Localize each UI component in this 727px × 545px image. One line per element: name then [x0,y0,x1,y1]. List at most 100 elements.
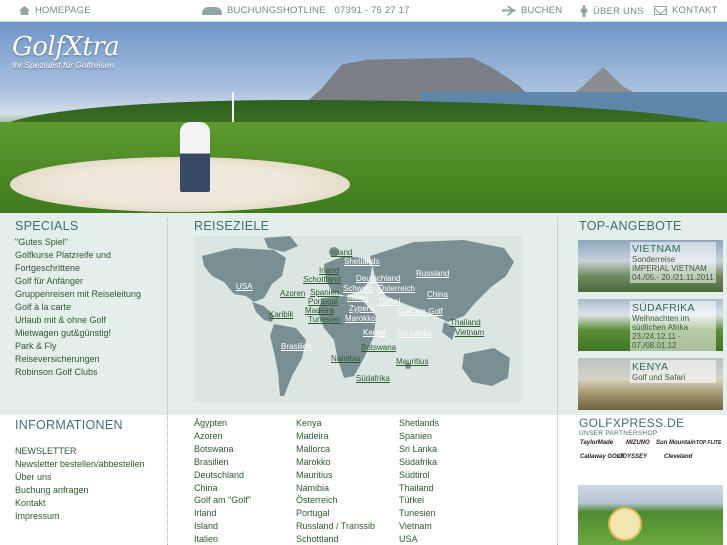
nav-homepage-link[interactable]: HOMEPAGE [19,5,91,16]
destination-link[interactable]: Russland / Transsib [296,520,375,533]
map-label-island[interactable]: Island [331,248,352,257]
map-label-marokko[interactable]: Marokko [345,314,376,323]
destination-link[interactable]: Ägypten [194,417,251,430]
hotline-number: 07391 - 75 27 17 [334,5,410,16]
map-label-sri-lanka[interactable]: Sri Lanka [398,329,432,338]
specials-item[interactable]: Robinson Golf Clubs [15,366,141,379]
offer-vietnam[interactable]: VIETNAM Sonderreise IMPERIAL VIETNAM 04.… [578,240,723,292]
info-item[interactable]: Impressum [15,510,145,523]
map-label-suedafrika[interactable]: Südafrika [356,374,390,383]
specials-item[interactable]: Golfkurse Platzreife und [15,249,141,262]
golfxtra-logo[interactable]: GolfXtra Ihr Spezialist für Golfreisen [12,32,120,70]
map-label-brasilien[interactable]: Brasilien [281,342,312,351]
destination-link[interactable]: China [194,482,251,495]
specials-item[interactable]: Park & Fly [15,340,141,353]
destination-link[interactable]: Sri Lanka [399,443,439,456]
offer-suedafrika[interactable]: SÜDAFRIKA Weihnachten im südlichen Afrik… [578,299,723,351]
offer-kenya[interactable]: KENYA Golf und Safari [578,358,723,410]
divider-left [167,218,168,545]
offer-suedafrika-title: SÜDAFRIKA [632,302,695,314]
destination-link[interactable]: Golf am "Golf" [194,494,251,507]
destination-link[interactable]: USA [399,533,439,545]
specials-item[interactable]: Urlaub mit & ohne Golf [15,314,141,327]
map-label-spanien[interactable]: Spanien [310,288,339,297]
offer-vietnam-text: VIETNAM Sonderreise IMPERIAL VIETNAM 04.… [630,242,716,283]
map-label-zypern[interactable]: Zypern [349,304,374,313]
map-label-deutschland[interactable]: Deutschland [356,274,400,283]
map-label-china[interactable]: China [427,290,448,299]
destination-link[interactable]: Botswana [194,443,251,456]
specials-item[interactable]: Mietwagen gut&günstig! [15,327,141,340]
offer-kenya-text: KENYA Golf und Safari [630,360,716,383]
destination-link[interactable]: Marokko [296,456,375,469]
map-label-namibia[interactable]: Namibia [331,354,360,363]
destination-link[interactable]: Shetlands [399,417,439,430]
destination-link[interactable]: Südafrika [399,456,439,469]
map-label-usa[interactable]: USA [236,282,252,291]
map-label-oesterreich[interactable]: Österreich [378,284,415,293]
specials-item[interactable]: "Gutes Spiel" [15,236,141,249]
info-item[interactable]: Newsletter bestellen/abbestellen [15,458,145,471]
offer-vietnam-desc: Sonderreise IMPERIAL VIETNAM 04./05.- 20… [632,255,714,282]
destination-link[interactable]: Azoren [194,430,251,443]
nav-ueber-uns-link[interactable]: ÜBER UNS [580,5,644,17]
specials-item[interactable]: Golf à la carte [15,301,141,314]
info-item[interactable]: Buchung anfragen [15,484,145,497]
destination-link[interactable]: Thailand [399,482,439,495]
brand-mizuno-logo: MIZUNO [626,440,650,446]
map-label-shetlands[interactable]: Shetlands [344,257,380,266]
specials-item[interactable]: Gruppenreisen mit Reiseleitung [15,288,141,301]
hero-image: GolfXtra Ihr Spezialist für Golfreisen [0,22,727,213]
nav-homepage-label: HOMEPAGE [35,5,91,16]
info-item-newsletter-heading[interactable]: NEWSLETTER [15,445,145,458]
map-label-tunesien[interactable]: Tunesien [308,315,341,324]
map-label-russland[interactable]: Russland [416,269,449,278]
partner-brand-logos[interactable]: TaylorMade MIZUNO Sun Mountain TOP FLITE… [578,438,723,470]
map-label-schottland[interactable]: Schottland [303,275,341,284]
nav-buchen-link[interactable]: BUCHEN [502,5,562,16]
map-label-tuerkei[interactable]: Türkei [378,297,400,306]
destination-link[interactable]: Südtirol [399,469,439,482]
map-label-golf-am-golf[interactable]: Golf am Golf [398,307,443,316]
partner-subtitle: UNSER PARTNERSHOP [579,430,658,437]
destination-link[interactable]: Schottland [296,533,375,545]
specials-item[interactable]: Reiseversicherungen [15,353,141,366]
destination-link[interactable]: Mauritius [296,469,375,482]
partner-title[interactable]: GOLFXPRESS.DE [579,416,684,430]
map-label-thailand[interactable]: Thailand [450,318,481,327]
destination-link[interactable]: Mallorca [296,443,375,456]
map-label-italien[interactable]: Italien [347,293,368,302]
map-label-schweiz[interactable]: Schweiz [343,284,373,293]
map-label-mauritius[interactable]: Mauritius [396,357,428,366]
map-label-madeira[interactable]: Madeira [305,306,334,315]
destination-link[interactable]: Tunesien [399,507,439,520]
map-label-kenya[interactable]: Kenya [363,328,386,337]
destination-link[interactable]: Irland [194,507,251,520]
info-item[interactable]: Kontakt [15,497,145,510]
destination-link[interactable]: Türkei [399,494,439,507]
specials-item[interactable]: Fortgeschrittene [15,262,141,275]
destination-link[interactable]: Italien [194,533,251,545]
nav-kontakt-link[interactable]: KONTAKT [654,5,718,16]
map-label-azoren[interactable]: Azoren [280,289,305,298]
map-label-karibik[interactable]: Karibik [269,310,293,319]
partner-golf-image[interactable] [578,485,723,545]
destination-link[interactable]: Madeira [296,430,375,443]
specials-item[interactable]: Golf für Anfänger [15,275,141,288]
destination-link[interactable]: Österreich [296,494,375,507]
destination-link[interactable]: Spanien [399,430,439,443]
info-item[interactable]: Über uns [15,471,145,484]
brand-taylormade-logo: TaylorMade [580,440,614,446]
map-label-botswana[interactable]: Botswana [361,343,396,352]
destination-link[interactable]: Kenya [296,417,375,430]
destination-link[interactable]: Brasilien [194,456,251,469]
map-label-irland[interactable]: Irland [319,266,339,275]
destination-link[interactable]: Deutschland [194,469,251,482]
map-label-vietnam[interactable]: Vietnam [455,328,484,337]
map-label-portugal[interactable]: Portugal [308,297,338,306]
destination-link[interactable]: Vietnam [399,520,439,533]
offer-vietnam-title: VIETNAM [632,243,681,255]
destination-link[interactable]: Island [194,520,251,533]
destination-link[interactable]: Namibia [296,482,375,495]
destination-link[interactable]: Portugal [296,507,375,520]
